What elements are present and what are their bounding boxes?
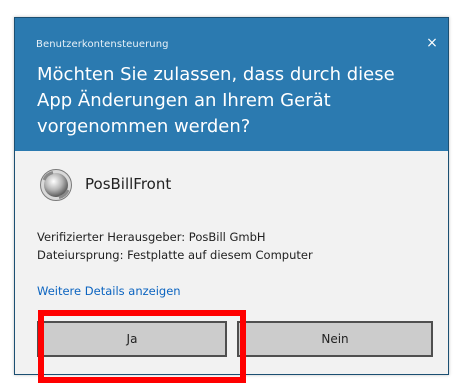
dialog-title: Benutzerkontensteuerung [36, 39, 169, 50]
highlight-annotation [38, 310, 246, 383]
uac-dialog: Benutzerkontensteuerung × Möchten Sie zu… [14, 17, 449, 383]
dialog-header: Benutzerkontensteuerung × Möchten Sie zu… [15, 18, 448, 151]
close-button[interactable]: × [423, 34, 441, 52]
file-origin-text: Dateiursprung: Festplatte auf diesem Com… [37, 248, 313, 262]
app-info: Verifizierter Herausgeber: PosBill GmbH … [37, 228, 313, 264]
app-name: PosBillFront [85, 175, 172, 193]
publisher-text: Verifizierter Herausgeber: PosBill GmbH [37, 230, 266, 244]
posbill-logo-icon [40, 169, 72, 201]
more-details-link[interactable]: Weitere Details anzeigen [37, 284, 181, 298]
no-button[interactable]: Nein [237, 321, 433, 357]
screenshot-frame: Benutzerkontensteuerung × Möchten Sie zu… [0, 0, 459, 383]
dialog-question: Möchten Sie zulassen, dass durch diese A… [37, 64, 395, 137]
